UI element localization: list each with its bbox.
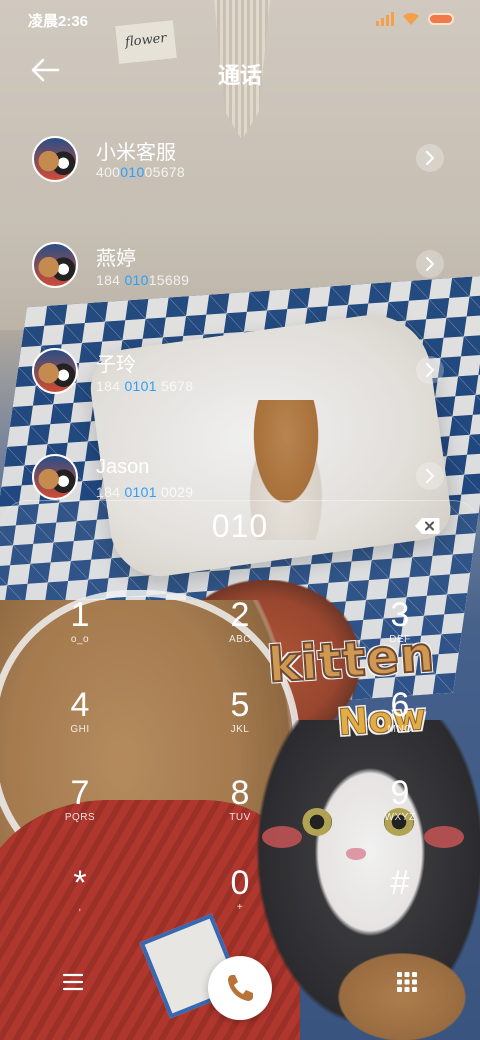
backspace-button[interactable]: [414, 517, 440, 535]
battery-icon: [428, 13, 454, 25]
chevron-right-icon: [426, 257, 435, 271]
contact-detail-button[interactable]: [416, 144, 444, 172]
phone-icon: [228, 975, 253, 1001]
dial-key-8[interactable]: 8 TUV: [190, 774, 290, 862]
contact-number: 184 01015689: [96, 272, 190, 288]
contact-row[interactable]: 小米客服 40001005678: [0, 130, 480, 210]
call-button[interactable]: [208, 956, 272, 1020]
contact-number: 40001005678: [96, 164, 185, 180]
contact-row[interactable]: 子玲 184 0101 5678: [0, 342, 480, 422]
dial-input[interactable]: 010: [0, 508, 480, 545]
contact-number: 184 0101 5678: [96, 378, 194, 394]
chevron-right-icon: [426, 363, 435, 377]
dial-key-hash[interactable]: #: [350, 864, 450, 952]
avatar: [32, 348, 78, 394]
status-time: 凌晨2:36: [28, 13, 89, 30]
page-title: 通话: [217, 63, 262, 88]
dial-key-7[interactable]: 7 PQRS: [30, 774, 130, 862]
dial-key-4[interactable]: 4 GHI: [30, 686, 130, 774]
hamburger-menu-icon[interactable]: [62, 972, 84, 992]
avatar: [32, 454, 78, 500]
avatar: [32, 242, 78, 288]
contact-name: 子玲: [96, 354, 136, 376]
chevron-right-icon: [426, 151, 435, 165]
contact-detail-button[interactable]: [416, 250, 444, 278]
dial-key-6[interactable]: 6 MNO: [350, 686, 450, 774]
wifi-icon: [403, 12, 419, 25]
avatar: [32, 136, 78, 182]
status-bar: 凌晨2:36: [0, 0, 480, 40]
contact-number: 184 0101 0029: [96, 484, 194, 500]
dial-key-0[interactable]: 0 +: [190, 864, 290, 952]
dial-key-2[interactable]: 2 ABC: [190, 596, 290, 684]
status-icons: [376, 12, 454, 26]
contact-detail-button[interactable]: [416, 462, 444, 490]
dial-key-5[interactable]: 5 JKL: [190, 686, 290, 774]
dial-key-3[interactable]: 3 DEF: [350, 596, 450, 684]
contact-name: 燕婷: [96, 248, 136, 270]
dial-key-9[interactable]: 9 WXYZ: [350, 774, 450, 862]
contact-row[interactable]: 燕婷 184 01015689: [0, 236, 480, 316]
dial-key-1[interactable]: 1 o_o: [30, 596, 130, 684]
contact-name: 小米客服: [96, 142, 176, 164]
signal-icon: [376, 12, 394, 26]
contact-name: Jason: [96, 456, 150, 478]
dialpad-grid-icon[interactable]: [396, 971, 418, 993]
chevron-right-icon: [426, 469, 435, 483]
contact-detail-button[interactable]: [416, 356, 444, 384]
dial-key-star[interactable]: * ,: [30, 864, 130, 952]
